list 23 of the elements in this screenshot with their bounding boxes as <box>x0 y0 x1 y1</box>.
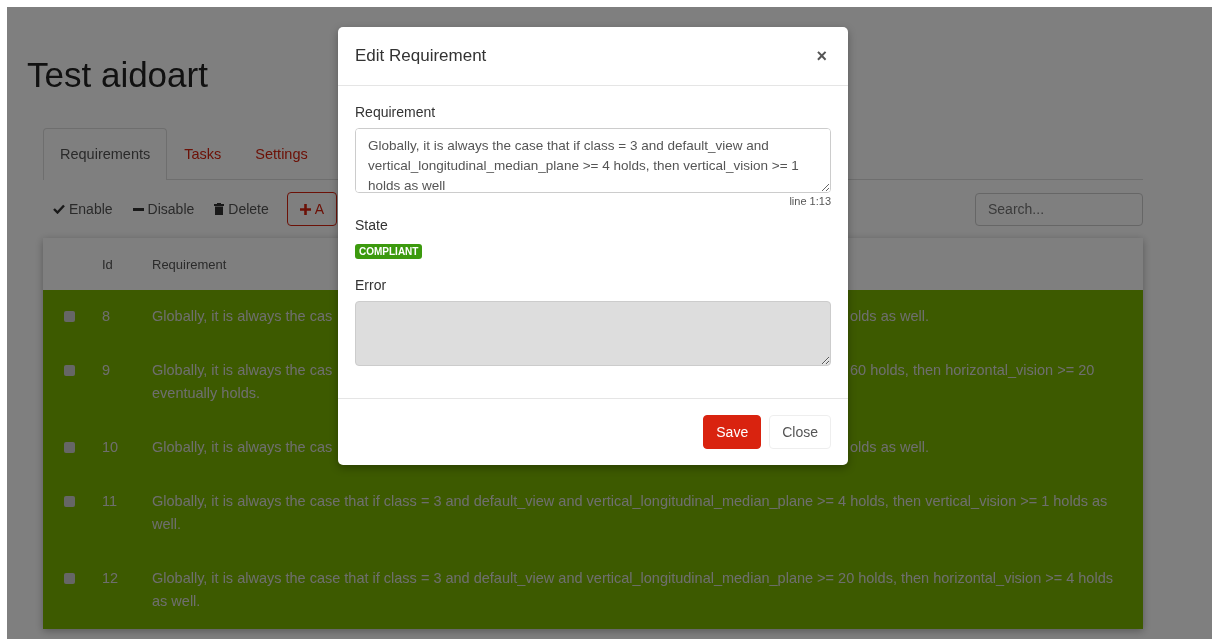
requirement-text: Globally, it is always the cas <box>152 438 334 457</box>
requirement-text: Globally, it is always the cas <box>152 361 334 380</box>
id-cell-text: 8 <box>102 307 112 326</box>
requirement-text: 60 holds, then horizontal_vision >= 20 <box>850 361 1096 380</box>
column-header: Requirement <box>152 256 228 272</box>
field-label: State <box>355 217 389 233</box>
requirement-text: olds as well. <box>850 438 930 457</box>
state-badge: COMPLIANT <box>355 244 423 259</box>
requirement-text: olds as well. <box>850 307 930 326</box>
id-cell-text: 10 <box>102 438 120 457</box>
id-cell-text: 11 <box>102 492 119 511</box>
dialog-title: Edit Requirement <box>355 46 487 66</box>
field-label: Error <box>355 277 388 293</box>
field-label: Requirement <box>355 104 437 120</box>
requirement-text: Globally, it is always the cas <box>152 307 334 326</box>
id-cell-text: 12 <box>102 569 120 588</box>
column-header: Id <box>102 256 114 272</box>
id-cell-text: 9 <box>102 361 112 380</box>
requirement-cell-text: Globally, it is always the case that if class = 3 and default_view and vertical_longitudinal_median_plane >= 20 holds, then horizontal_vision >= 4 holds as well. <box>152 569 1114 611</box>
requirement-text: eventually holds. <box>152 384 261 403</box>
page-title: Test aidoart <box>27 54 208 96</box>
requirement-cell-text: Globally, it is always the case that if class = 3 and default_view and vertical_longitudinal_median_plane >= 4 holds, then vertical_vision >= 1 holds as well. <box>152 492 1109 534</box>
cursor-position: line 1:13 <box>788 195 831 207</box>
